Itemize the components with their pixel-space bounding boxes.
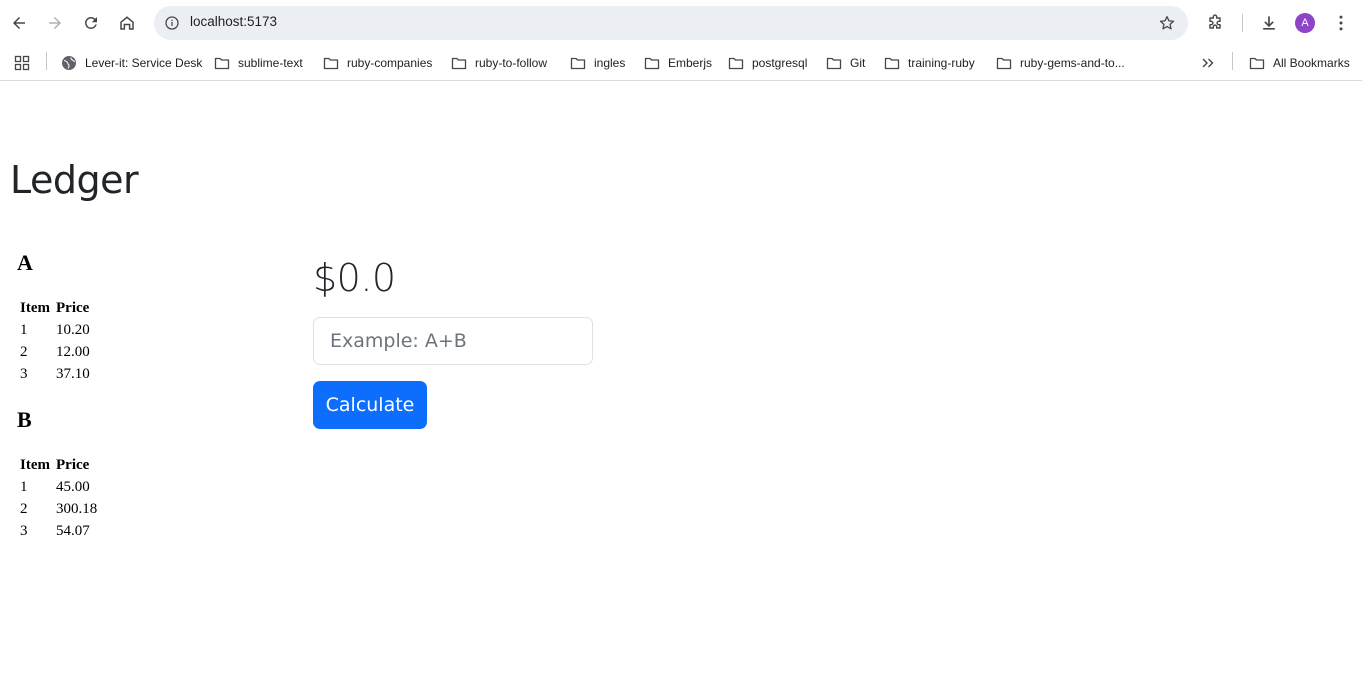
puzzle-icon xyxy=(1209,14,1221,29)
more-bookmarks-button[interactable] xyxy=(1200,52,1224,74)
site-info-icon[interactable] xyxy=(162,13,182,33)
cell-price: 54.07 xyxy=(56,522,90,539)
bookmark-ruby-companies[interactable]: ruby-companies xyxy=(323,52,432,74)
bookmark-label: postgresql xyxy=(752,56,808,70)
downloads-button[interactable] xyxy=(1254,8,1284,38)
bookmarks-bar: Lever-it: Service Desk sublime-text ruby… xyxy=(0,46,1362,81)
chevron-double-right-icon xyxy=(1202,58,1214,68)
calculate-button[interactable]: Calculate xyxy=(313,381,427,429)
table-row: 2 12.00 xyxy=(17,341,93,363)
bookmark-ruby-to-follow[interactable]: ruby-to-follow xyxy=(451,52,547,74)
ledger-a-title: A xyxy=(17,250,33,275)
cell-price: 10.20 xyxy=(56,321,90,338)
column-header-price: Price xyxy=(56,456,90,473)
folder-icon xyxy=(1249,57,1265,70)
cell-price: 300.18 xyxy=(56,500,98,517)
arrow-left-icon xyxy=(13,17,25,29)
table-row: 1 45.00 xyxy=(17,476,100,498)
bookmarks-divider xyxy=(1232,52,1233,70)
cell-item: 1 xyxy=(20,478,28,495)
kebab-menu-icon xyxy=(1339,15,1343,31)
toolbar-divider xyxy=(1242,14,1243,32)
globe-icon xyxy=(62,56,76,70)
cell-item: 2 xyxy=(20,343,28,360)
bookmark-postgresql[interactable]: postgresql xyxy=(728,52,807,74)
bookmark-label: All Bookmarks xyxy=(1273,56,1350,70)
bookmark-label: Lever-it: Service Desk xyxy=(85,56,203,70)
bookmark-git[interactable]: Git xyxy=(826,52,865,74)
reload-icon xyxy=(84,16,97,29)
bookmark-label: ruby-to-follow xyxy=(475,56,548,70)
bookmark-label: ruby-gems-and-to... xyxy=(1020,56,1125,70)
bookmark-emberjs[interactable]: Emberjs xyxy=(644,52,712,74)
bookmark-ingles[interactable]: ingles xyxy=(570,52,625,74)
page-title: Ledger xyxy=(10,158,139,202)
expression-input[interactable] xyxy=(313,317,593,365)
ledger-b-title: B xyxy=(17,407,32,432)
bookmark-star-icon[interactable] xyxy=(1158,14,1176,32)
column-header-item: Item xyxy=(20,299,50,316)
profile-avatar[interactable]: A xyxy=(1295,13,1315,33)
folder-icon xyxy=(884,57,900,70)
folder-icon xyxy=(214,57,230,70)
table-header-row: Item Price xyxy=(17,454,100,476)
folder-icon xyxy=(570,57,586,70)
total-display: $0.0 xyxy=(313,256,396,300)
folder-icon xyxy=(826,57,842,70)
column-header-price: Price xyxy=(56,299,90,316)
forward-button[interactable] xyxy=(40,8,70,38)
address-bar[interactable]: localhost:5173 xyxy=(154,6,1188,40)
folder-icon xyxy=(728,57,744,70)
cell-item: 3 xyxy=(20,522,28,539)
table-header-row: Item Price xyxy=(17,297,93,319)
bookmark-sublime-text[interactable]: sublime-text xyxy=(214,52,303,74)
folder-icon xyxy=(451,57,467,70)
bookmark-training-ruby[interactable]: training-ruby xyxy=(884,52,975,74)
bookmark-label: Git xyxy=(850,56,866,70)
back-button[interactable] xyxy=(4,8,34,38)
menu-button[interactable] xyxy=(1326,8,1356,38)
bookmark-label: training-ruby xyxy=(908,56,975,70)
cell-price: 45.00 xyxy=(56,478,90,495)
bookmark-ruby-gems[interactable]: ruby-gems-and-to... xyxy=(996,52,1125,74)
cell-item: 2 xyxy=(20,500,28,517)
reload-button[interactable] xyxy=(76,8,106,38)
cell-price: 12.00 xyxy=(56,343,90,360)
url-text[interactable]: localhost:5173 xyxy=(190,14,277,29)
apps-button[interactable] xyxy=(14,52,38,74)
browser-toolbar: localhost:5173 A xyxy=(0,0,1362,46)
apps-divider xyxy=(46,52,47,70)
cell-item: 3 xyxy=(20,365,28,382)
column-header-item: Item xyxy=(20,456,50,473)
home-icon xyxy=(120,16,134,30)
ledger-a-table: Item Price 1 10.20 2 12.00 3 37.10 xyxy=(17,297,93,385)
bookmark-label: ingles xyxy=(594,56,626,70)
bookmark-label: ruby-companies xyxy=(347,56,433,70)
table-row: 3 54.07 xyxy=(17,520,100,542)
table-row: 2 300.18 xyxy=(17,498,100,520)
table-row: 3 37.10 xyxy=(17,363,93,385)
arrow-right-icon xyxy=(49,17,61,29)
bookmark-lever-it[interactable]: Lever-it: Service Desk xyxy=(61,52,202,74)
cell-item: 1 xyxy=(20,321,28,338)
bookmark-label: Emberjs xyxy=(668,56,713,70)
ledger-b-table: Item Price 1 45.00 2 300.18 3 54.07 xyxy=(17,454,100,542)
apps-grid-icon xyxy=(14,55,30,71)
bookmark-label: sublime-text xyxy=(238,56,303,70)
table-row: 1 10.20 xyxy=(17,319,93,341)
home-button[interactable] xyxy=(112,8,142,38)
folder-icon xyxy=(996,57,1012,70)
extensions-button[interactable] xyxy=(1200,8,1230,38)
folder-icon xyxy=(323,57,339,70)
cell-price: 37.10 xyxy=(56,365,90,382)
download-icon xyxy=(1263,16,1275,30)
folder-icon xyxy=(644,57,660,70)
all-bookmarks-button[interactable]: All Bookmarks xyxy=(1249,52,1350,74)
